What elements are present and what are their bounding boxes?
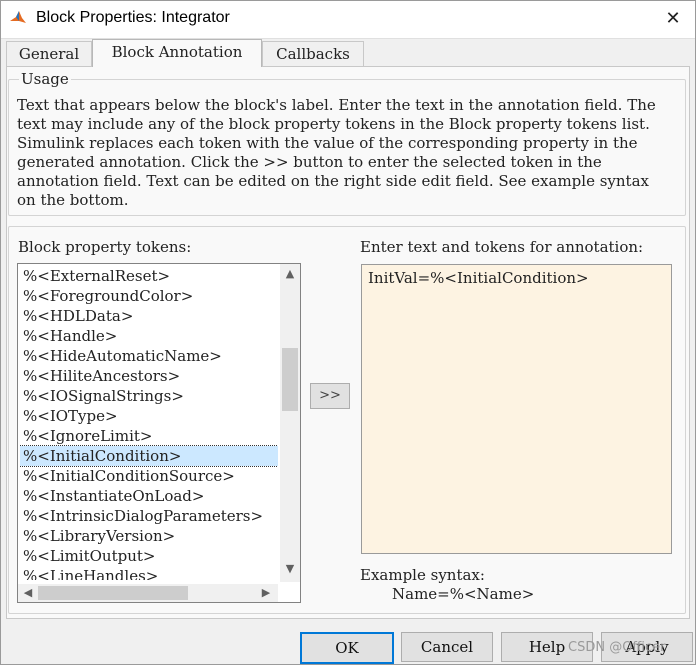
cancel-button[interactable]: Cancel [401, 632, 493, 662]
close-icon: ✕ [665, 8, 681, 29]
list-item[interactable]: %<LibraryVersion> [20, 526, 278, 546]
list-item[interactable]: %<IOSignalStrings> [20, 386, 278, 406]
example-syntax-label: Example syntax: [360, 566, 485, 584]
list-item[interactable]: %<ForegroundColor> [20, 286, 278, 306]
token-listbox[interactable]: %<ExternalReset> %<ForegroundColor> %<HD… [17, 263, 301, 603]
token-list: %<ExternalReset> %<ForegroundColor> %<HD… [20, 266, 278, 580]
usage-text: Text that appears below the block's labe… [17, 96, 656, 209]
close-button[interactable]: ✕ [650, 0, 696, 38]
annotation-text: InitVal=%<InitialCondition> [368, 269, 589, 287]
tab-block-annotation[interactable]: Block Annotation [92, 39, 262, 67]
list-item[interactable]: %<LineHandles> [20, 566, 278, 580]
example-syntax-value: Name=%<Name> [392, 585, 535, 603]
usage-group: Usage Text that appears below the block'… [8, 70, 686, 216]
annotation-label: Enter text and tokens for annotation: [360, 238, 644, 256]
list-item[interactable]: %<LimitOutput> [20, 546, 278, 566]
list-item[interactable]: %<IntrinsicDialogParameters> [20, 506, 278, 526]
horizontal-scroll-thumb[interactable] [38, 586, 188, 600]
scroll-right-icon[interactable]: ▶ [256, 586, 276, 599]
horizontal-scrollbar[interactable]: ◀ ▶ [18, 584, 278, 602]
list-item[interactable]: %<IgnoreLimit> [20, 426, 278, 446]
watermark: CSDN @Officer [568, 640, 666, 655]
list-item[interactable]: %<HiliteAncestors> [20, 366, 278, 386]
list-item-selected[interactable]: %<InitialCondition> [20, 445, 278, 467]
window-title: Block Properties: Integrator [36, 9, 230, 26]
vertical-scrollbar[interactable]: ▲ ▼ [280, 264, 300, 582]
tab-general[interactable]: General [6, 41, 92, 67]
list-item[interactable]: %<Handle> [20, 326, 278, 346]
usage-legend: Usage [19, 70, 71, 88]
add-token-button[interactable]: >> [310, 383, 350, 409]
matlab-icon [10, 11, 26, 23]
annotation-field[interactable]: InitVal=%<InitialCondition> [361, 264, 672, 554]
list-item[interactable]: %<HideAutomaticName> [20, 346, 278, 366]
scroll-left-icon[interactable]: ◀ [18, 586, 38, 599]
tab-callbacks[interactable]: Callbacks [262, 41, 364, 67]
ok-button[interactable]: OK [300, 632, 394, 664]
list-item[interactable]: %<InitialConditionSource> [20, 466, 278, 486]
scroll-down-icon[interactable]: ▼ [280, 562, 300, 575]
list-item[interactable]: %<HDLData> [20, 306, 278, 326]
tokens-label: Block property tokens: [18, 238, 192, 256]
title-bar: Block Properties: Integrator ✕ [0, 0, 696, 39]
list-item[interactable]: %<ExternalReset> [20, 266, 278, 286]
list-item[interactable]: %<IOType> [20, 406, 278, 426]
scroll-up-icon[interactable]: ▲ [280, 267, 300, 280]
list-item[interactable]: %<InstantiateOnLoad> [20, 486, 278, 506]
vertical-scroll-thumb[interactable] [282, 348, 298, 411]
